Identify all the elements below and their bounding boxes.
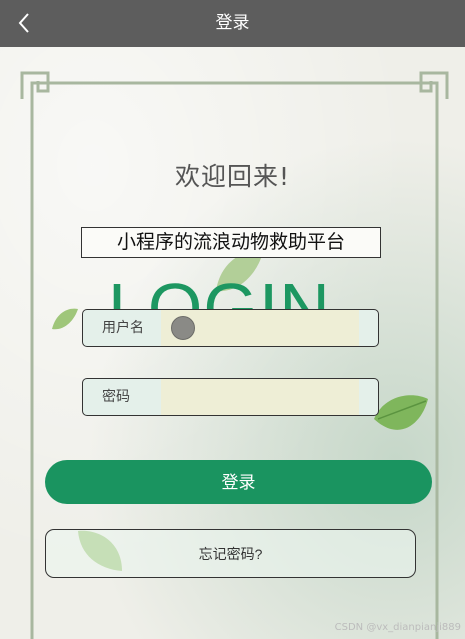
- top-nav-bar: 登录: [0, 0, 465, 47]
- user-avatar-icon: [171, 316, 195, 340]
- leaf-decoration: [374, 395, 428, 430]
- leaf-decoration: [52, 308, 78, 330]
- login-button[interactable]: 登录: [45, 460, 432, 504]
- password-field: 密码: [82, 378, 379, 416]
- username-label: 用户名: [102, 320, 144, 336]
- watermark: CSDN @vx_dianpianji889: [334, 622, 461, 633]
- username-field: 用户名: [82, 309, 379, 347]
- password-label: 密码: [102, 389, 130, 405]
- forgot-password-button[interactable]: 忘记密码?: [45, 529, 416, 578]
- password-input[interactable]: [161, 379, 359, 415]
- welcome-title: 欢迎回来!: [174, 162, 291, 191]
- login-background: 欢迎回来! 小程序的流浪动物救助平台 LOGIN 用户名 密码 登录 忘记密码?…: [0, 47, 465, 639]
- chevron-left-icon: [18, 13, 29, 33]
- platform-name: 小程序的流浪动物救助平台: [81, 227, 381, 258]
- back-button[interactable]: [10, 8, 38, 38]
- page-title: 登录: [215, 13, 250, 33]
